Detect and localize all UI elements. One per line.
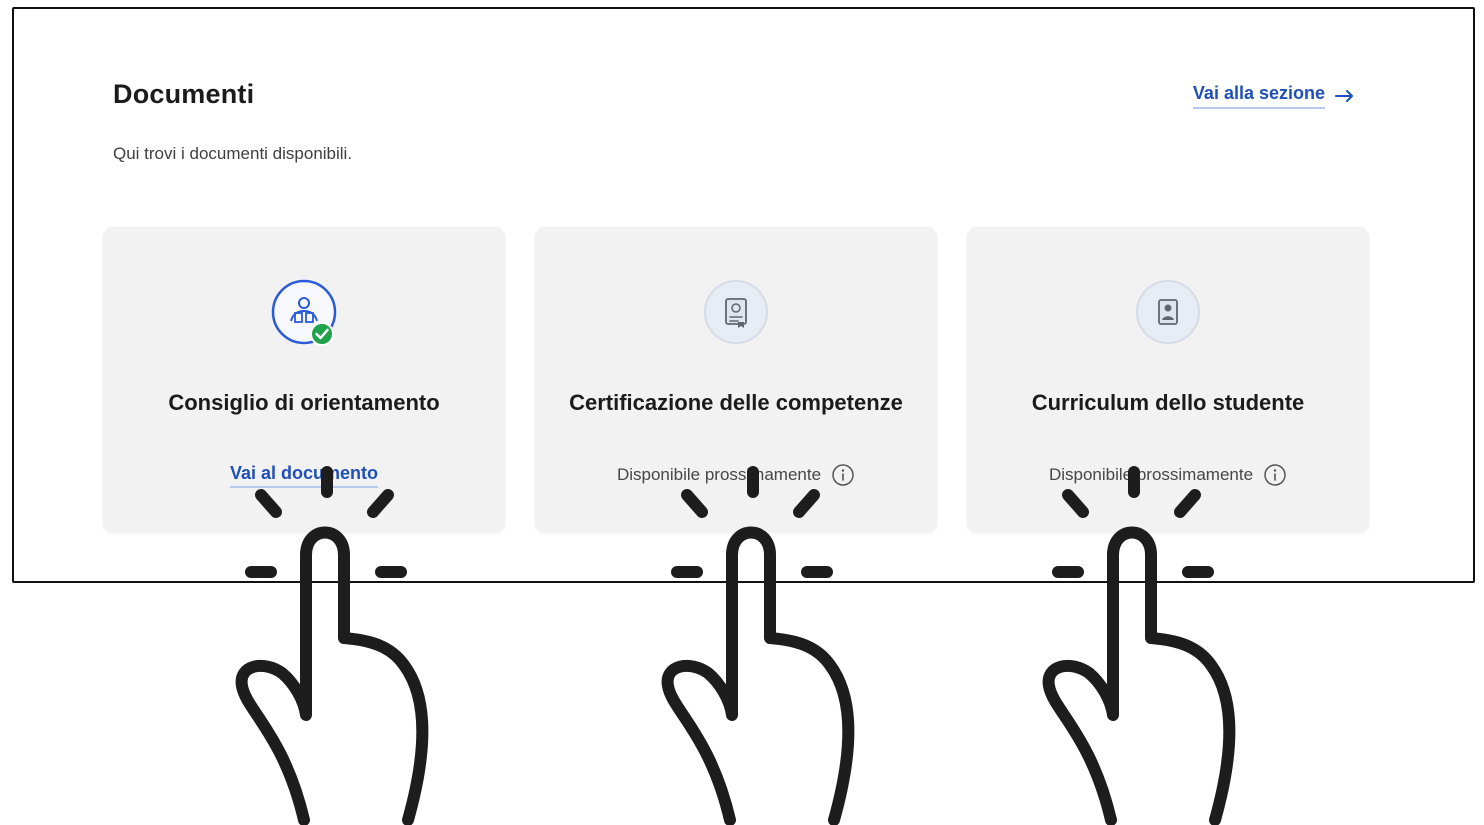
card-title-certificazione: Certificazione delle competenze — [569, 390, 903, 415]
arrow-right-icon — [1335, 90, 1353, 102]
tap-hand-icon — [1042, 466, 1236, 825]
certification-document-icon — [704, 280, 768, 344]
info-icon[interactable] — [1263, 463, 1287, 487]
go-to-section-link[interactable]: Vai alla sezione — [1192, 83, 1355, 109]
curriculum-document-icon — [1136, 280, 1200, 344]
documents-title: Documenti — [113, 79, 255, 109]
orientation-document-icon — [271, 279, 337, 346]
tap-hand-icon — [661, 466, 855, 825]
go-to-section-label: Vai alla sezione — [1192, 83, 1325, 109]
tap-hand-icon — [235, 466, 429, 825]
card-title-consiglio: Consiglio di orientamento — [168, 390, 440, 415]
documents-subtitle: Qui trovi i documenti disponibili. — [113, 144, 353, 163]
card-title-curriculum: Curriculum dello studente — [1031, 390, 1305, 415]
